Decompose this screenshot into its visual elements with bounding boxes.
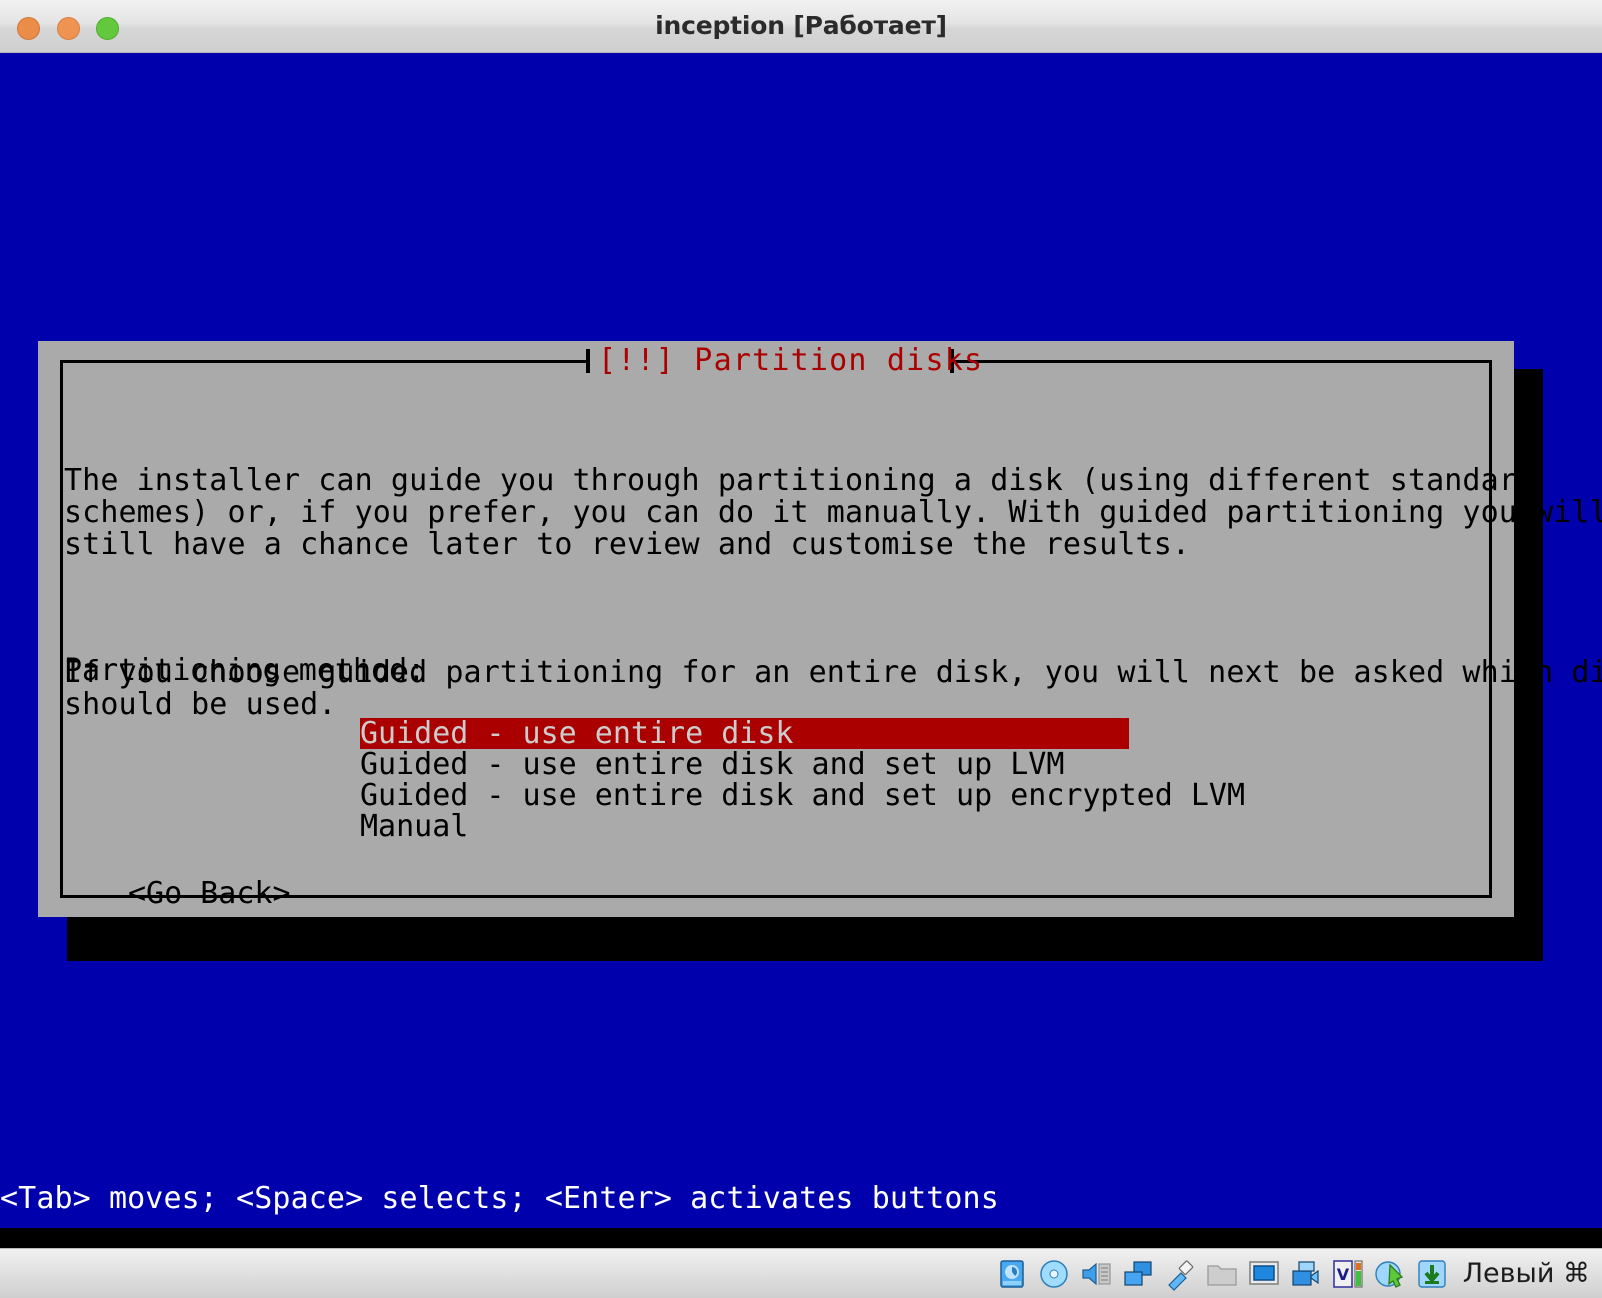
network-icon[interactable] — [1121, 1257, 1155, 1291]
audio-icon[interactable] — [1079, 1257, 1113, 1291]
host-key-label: Левый ⌘ — [1462, 1258, 1590, 1289]
window-title: inception [Работает] — [655, 11, 947, 40]
virtualbox-statusbar: V Левый ⌘ — [0, 1248, 1602, 1298]
mouse-integration-icon[interactable] — [1373, 1257, 1407, 1291]
option-guided-entire-disk-lvm[interactable]: Guided - use entire disk and set up LVM — [360, 749, 1460, 780]
option-manual[interactable]: Manual — [360, 811, 1460, 842]
dialog-title: [!!] Partition disks — [598, 343, 984, 378]
cpu-indicator-icon[interactable]: V — [1331, 1257, 1365, 1291]
display-icon[interactable] — [1247, 1257, 1281, 1291]
option-guided-entire-disk-encrypted-lvm[interactable]: Guided - use entire disk and set up encr… — [360, 780, 1460, 811]
video-capture-icon[interactable] — [1289, 1257, 1323, 1291]
partitioning-method-label: Partitioning method: — [64, 653, 426, 688]
svg-text:V: V — [1337, 1265, 1350, 1284]
usb-icon[interactable] — [1163, 1257, 1197, 1291]
vm-display[interactable]: [!!] Partition disks The installer can g… — [0, 53, 1602, 1228]
go-back-button[interactable]: <Go Back> — [128, 878, 291, 910]
hard-disk-icon[interactable] — [995, 1257, 1029, 1291]
optical-disk-icon[interactable] — [1037, 1257, 1071, 1291]
shared-folders-icon[interactable] — [1205, 1257, 1239, 1291]
partition-disks-dialog: [!!] Partition disks The installer can g… — [38, 341, 1602, 917]
dialog-paragraph-1: The installer can guide you through part… — [64, 463, 1602, 562]
partitioning-method-list[interactable]: Guided - use entire disk Guided - use en… — [360, 718, 1460, 842]
window-titlebar: inception [Работает] — [0, 0, 1602, 53]
host-key-indicator-icon[interactable] — [1415, 1257, 1449, 1291]
screenshot-root: inception [Работает] [!!] Partition disk… — [0, 0, 1602, 1298]
option-guided-entire-disk[interactable]: Guided - use entire disk — [360, 718, 1129, 749]
title-tick-left — [586, 349, 590, 373]
vm-screen-letterbox — [0, 1228, 1602, 1248]
keyboard-help-status-line: <Tab> moves; <Space> selects; <Enter> ac… — [0, 1181, 999, 1216]
